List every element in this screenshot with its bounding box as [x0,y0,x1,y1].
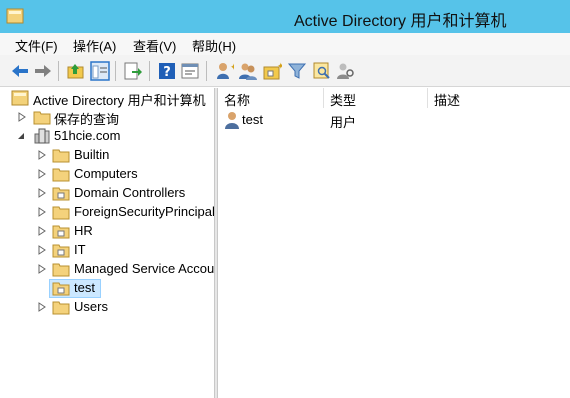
tree-root[interactable]: Active Directory 用户和计算机 [0,89,214,108]
tree-item-label: IT [74,242,86,257]
ou-folder-icon [52,282,70,296]
list-item-name: test [242,112,263,127]
filter-icon[interactable] [287,61,307,81]
delegate-icon[interactable] [336,61,356,81]
ou-folder-icon [52,187,70,201]
tree-item-users[interactable]: Users [0,298,214,317]
expand-triangle-icon[interactable] [37,150,47,160]
show-tree-icon[interactable] [90,61,110,81]
expand-triangle-icon[interactable] [37,169,47,179]
tree-item-saved-queries[interactable]: 保存的查询 [0,108,214,127]
expand-triangle-icon[interactable] [37,302,47,312]
tree-item-label: 51hcie.com [54,128,121,143]
tree-item-label: Computers [74,166,138,181]
details-list: 名称 类型 描述 test 用户 [218,88,570,398]
list-item[interactable]: test 用户 [218,110,570,130]
ad-console-icon [11,90,29,106]
ou-folder-icon [52,225,70,239]
folder-icon [52,168,70,182]
svg-text:✦: ✦ [230,62,234,72]
tree-item-label: test [74,280,95,295]
tree-item-label: Builtin [74,147,110,162]
navigation-tree: Active Directory 用户和计算机 保存的查询 51hcie.com… [0,88,214,398]
expand-triangle-icon[interactable] [37,226,47,236]
tree-item-computers[interactable]: Computers [0,165,214,184]
menu-help[interactable]: 帮助(H) [192,36,236,55]
tree-item-label: 保存的查询 [54,112,120,127]
column-header-description[interactable]: 描述 [428,88,570,108]
new-user-icon[interactable]: ✦ [214,61,234,81]
svg-text:✦: ✦ [277,61,282,71]
domain-icon [34,128,50,144]
tree-item-domain[interactable]: 51hcie.com [0,127,214,146]
menu-bar: 文件(F) 操作(A) 查看(V) 帮助(H) [0,33,570,55]
tree-item-label: Managed Service Accounts [74,261,214,276]
tree-item-label: ForeignSecurityPrincipals [74,204,214,219]
toolbar-separator [58,61,59,81]
new-ou-icon[interactable]: ✦ [262,61,282,81]
folder-icon [33,111,51,125]
tree-item-foreign-security-principals[interactable]: ForeignSecurityPrincipals [0,203,214,222]
find-icon[interactable] [312,61,332,81]
tree-item-test[interactable]: test [0,279,214,298]
list-item-type: 用户 [330,115,357,130]
tree-item-domain-controllers[interactable]: Domain Controllers [0,184,214,203]
export-icon[interactable] [123,61,143,81]
user-icon [225,112,239,129]
expand-triangle-icon[interactable] [37,188,47,198]
toolbar-separator [206,61,207,81]
tree-item-hr[interactable]: HR [0,222,214,241]
back-icon[interactable] [10,61,30,81]
tree-item-label: Domain Controllers [74,185,186,200]
expand-triangle-icon[interactable] [17,112,27,122]
forward-icon[interactable] [33,61,53,81]
tree-root-label: Active Directory 用户和计算机 [33,93,206,108]
expand-triangle-icon[interactable] [37,264,47,274]
menu-action[interactable]: 操作(A) [73,36,116,55]
svg-text:?: ? [163,65,171,80]
tree-item-it[interactable]: IT [0,241,214,260]
folder-icon [52,301,70,315]
tree-item-label: HR [74,223,93,238]
ou-folder-icon [52,244,70,258]
properties-icon[interactable] [180,61,200,81]
column-header-name[interactable]: 名称 [218,88,324,108]
toolbar-separator [115,61,116,81]
up-folder-icon[interactable] [66,61,86,81]
folder-icon [52,263,70,277]
tree-item-label: Users [74,299,108,314]
ad-app-icon [6,8,24,24]
tree-item-builtin[interactable]: Builtin [0,146,214,165]
menu-file[interactable]: 文件(F) [15,36,58,55]
menu-view[interactable]: 查看(V) [133,36,176,55]
folder-icon [52,149,70,163]
toolbar-separator [149,61,150,81]
help-icon[interactable]: ? [157,61,177,81]
new-group-icon[interactable] [238,61,258,81]
column-header-type[interactable]: 类型 [324,88,428,108]
window-title: Active Directory 用户和计算机 [294,13,507,30]
tree-item-managed-service-accounts[interactable]: Managed Service Accounts [0,260,214,279]
collapse-triangle-icon[interactable] [16,131,26,141]
toolbar: ? ✦ ✦ [0,55,570,87]
expand-triangle-icon[interactable] [37,245,47,255]
title-bar: Active Directory 用户和计算机 [0,0,570,33]
folder-icon [52,206,70,220]
expand-triangle-icon[interactable] [37,207,47,217]
